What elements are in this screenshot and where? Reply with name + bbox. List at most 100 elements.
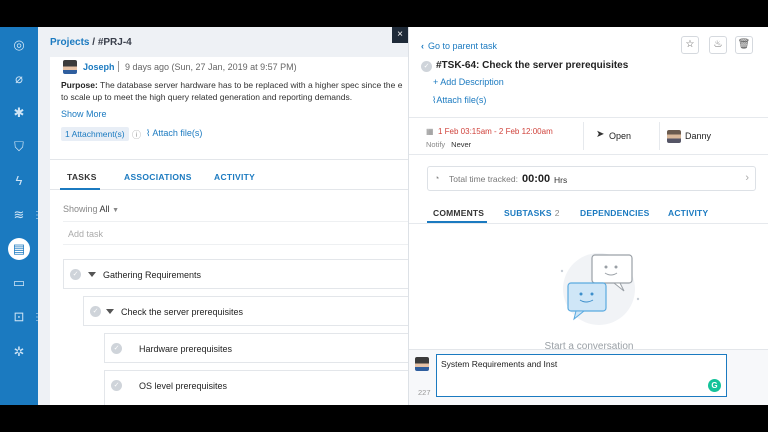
- comment-input[interactable]: System Requirements and Inst: [436, 354, 727, 397]
- tasks-panel: TASKS ASSOCIATIONS ACTIVITY Showing All …: [50, 159, 408, 405]
- project-main: Projects / #PRJ-4 Joseph 9 days ago (Sun…: [38, 27, 408, 405]
- star-icon[interactable]: ☆: [681, 36, 699, 54]
- breadcrumb-separator: /: [89, 37, 98, 48]
- timer-icon: ◔: [434, 173, 440, 183]
- check-circle-icon[interactable]: ✓: [70, 269, 81, 280]
- purpose-label: Purpose:: [61, 80, 98, 90]
- go-to-parent-label: Go to parent task: [428, 41, 498, 51]
- main-tabs: TASKS ASSOCIATIONS ACTIVITY: [50, 160, 408, 190]
- active-tab-indicator: [427, 221, 487, 223]
- task-row[interactable]: ✓ Gathering Requirements: [63, 259, 408, 289]
- avatar: [667, 130, 681, 143]
- task-detail-panel: ‹ Go to parent task ☆ ♨ 🗑 ✓ #TSK-64: Chec…: [408, 27, 768, 405]
- time-unit: Hrs: [554, 175, 568, 185]
- divider: [659, 122, 660, 150]
- comment-composer: 227 System Requirements and Inst G: [409, 349, 768, 405]
- caret-down-icon: ▼: [112, 207, 120, 214]
- tab-label: COMMENTS: [433, 208, 485, 218]
- presentation-icon[interactable]: ⊡: [11, 309, 27, 325]
- close-icon[interactable]: ×: [392, 27, 408, 43]
- check-circle-icon[interactable]: ✓: [111, 343, 122, 354]
- project-description-card: Joseph 9 days ago (Sun, 27 Jan, 2019 at …: [50, 57, 408, 159]
- attach-file-label: Attach file(s): [436, 95, 487, 105]
- settings-icon[interactable]: ✲: [11, 344, 27, 360]
- divider: [583, 122, 584, 150]
- tag-icon[interactable]: ⌀: [11, 71, 27, 87]
- post-timestamp: 9 days ago (Sun, 27 Jan, 2019 at 9:57 PM…: [125, 62, 297, 72]
- divider: [409, 117, 768, 118]
- status-dropdown[interactable]: Open: [609, 131, 631, 141]
- divider: [118, 61, 119, 72]
- filter-dropdown[interactable]: Showing All ▼: [63, 204, 119, 214]
- divider: [409, 223, 768, 224]
- attachments-badge[interactable]: 1 Attachment(s): [61, 127, 129, 141]
- author-name[interactable]: Joseph: [83, 62, 115, 72]
- chevron-right-icon[interactable]: ›: [745, 172, 749, 184]
- calendar-icon: ▦: [426, 127, 434, 136]
- bug-icon[interactable]: ✱: [11, 105, 27, 121]
- task-title[interactable]: Gathering Requirements: [103, 270, 201, 280]
- show-more-link[interactable]: Show More: [61, 109, 107, 119]
- task-title[interactable]: #TSK-64: Check the server prerequisites: [436, 60, 628, 71]
- tab-activity[interactable]: ACTIVITY: [668, 208, 708, 218]
- task-title[interactable]: OS level prerequisites: [139, 381, 227, 391]
- due-dates[interactable]: 1 Feb 03:15am - 2 Feb 12:00am: [438, 127, 553, 136]
- attach-file-link[interactable]: ⌇Attach file(s): [432, 95, 486, 106]
- attach-file-label: Attach file(s): [152, 128, 203, 138]
- info-icon[interactable]: ⓘ: [132, 128, 141, 141]
- chat-bubbles-icon: [560, 253, 640, 325]
- assignee-name[interactable]: Danny: [685, 131, 711, 141]
- task-row[interactable]: ✓ OS level prerequisites: [104, 370, 408, 405]
- check-circle-icon[interactable]: ✓: [111, 380, 122, 391]
- filter-label: Showing: [63, 204, 98, 214]
- shield-icon[interactable]: ⛉: [11, 139, 27, 155]
- subtask-count: 2: [554, 208, 560, 218]
- dashboard-icon[interactable]: ◎: [11, 37, 27, 53]
- time-tracked-box[interactable]: ◔ Total time tracked: 00:00 Hrs ›: [427, 166, 756, 191]
- left-nav-rail: ◎ ⌀ ✱ ⛉ ϟ ≋ ⋮ ▤ ▭ ⊡ ⋮ ✲: [0, 27, 42, 405]
- purpose-line-2: to scale up to meet the high query relat…: [61, 92, 353, 102]
- avatar: [415, 357, 429, 371]
- tab-associations[interactable]: ASSOCIATIONS: [124, 172, 192, 182]
- lightning-icon[interactable]: ϟ: [11, 173, 27, 189]
- notify-setting[interactable]: Notify Never: [426, 140, 471, 149]
- tab-subtasks[interactable]: SUBTASKS 2: [504, 208, 560, 218]
- layers-icon[interactable]: ≋: [11, 207, 27, 223]
- purpose-line-1: The database server hardware has to be r…: [97, 80, 403, 90]
- time-label: Total time tracked:: [449, 174, 518, 184]
- book-icon[interactable]: ▭: [11, 275, 27, 291]
- trash-icon[interactable]: 🗑: [735, 36, 753, 54]
- check-circle-icon[interactable]: ✓: [421, 61, 432, 72]
- app-frame: ◎ ⌀ ✱ ⛉ ϟ ≋ ⋮ ▤ ▭ ⊡ ⋮ ✲ Projects / #PRJ-…: [0, 27, 768, 405]
- divider: [409, 154, 768, 155]
- send-icon: ➤: [596, 129, 605, 140]
- task-title[interactable]: Check the server prerequisites: [121, 307, 243, 317]
- task-row[interactable]: ✓ Check the server prerequisites: [83, 296, 408, 326]
- time-value: 00:00: [522, 173, 551, 185]
- caret-down-icon[interactable]: [106, 309, 114, 314]
- flame-icon[interactable]: ♨: [709, 36, 727, 54]
- breadcrumb-projects-link[interactable]: Projects: [50, 37, 89, 48]
- add-description-link[interactable]: + Add Description: [433, 77, 504, 87]
- tab-tasks[interactable]: TASKS: [67, 172, 97, 182]
- notify-value: Never: [451, 140, 472, 149]
- go-to-parent-link[interactable]: ‹ Go to parent task: [421, 41, 497, 51]
- grammarly-icon[interactable]: G: [708, 379, 721, 392]
- check-circle-icon[interactable]: ✓: [90, 306, 101, 317]
- tab-comments[interactable]: COMMENTS: [433, 208, 484, 218]
- task-title[interactable]: Hardware prerequisites: [139, 344, 232, 354]
- purpose-text: Purpose: The database server hardware ha…: [61, 79, 407, 103]
- add-task-input[interactable]: Add task: [63, 221, 408, 245]
- tab-activity[interactable]: ACTIVITY: [214, 172, 255, 182]
- character-count: 227: [418, 388, 431, 397]
- active-tab-indicator: [60, 188, 100, 190]
- attach-file-link[interactable]: ⌇ Attach file(s): [146, 128, 202, 139]
- avatar: [63, 60, 77, 74]
- breadcrumb: Projects / #PRJ-4: [50, 37, 132, 48]
- tab-dependencies[interactable]: DEPENDENCIES: [580, 208, 649, 218]
- document-icon[interactable]: ▤: [8, 238, 30, 260]
- task-row[interactable]: ✓ Hardware prerequisites: [104, 333, 408, 363]
- caret-down-icon[interactable]: [88, 272, 96, 277]
- tab-label: ACTIVITY: [668, 208, 709, 218]
- filter-value: All: [99, 204, 110, 214]
